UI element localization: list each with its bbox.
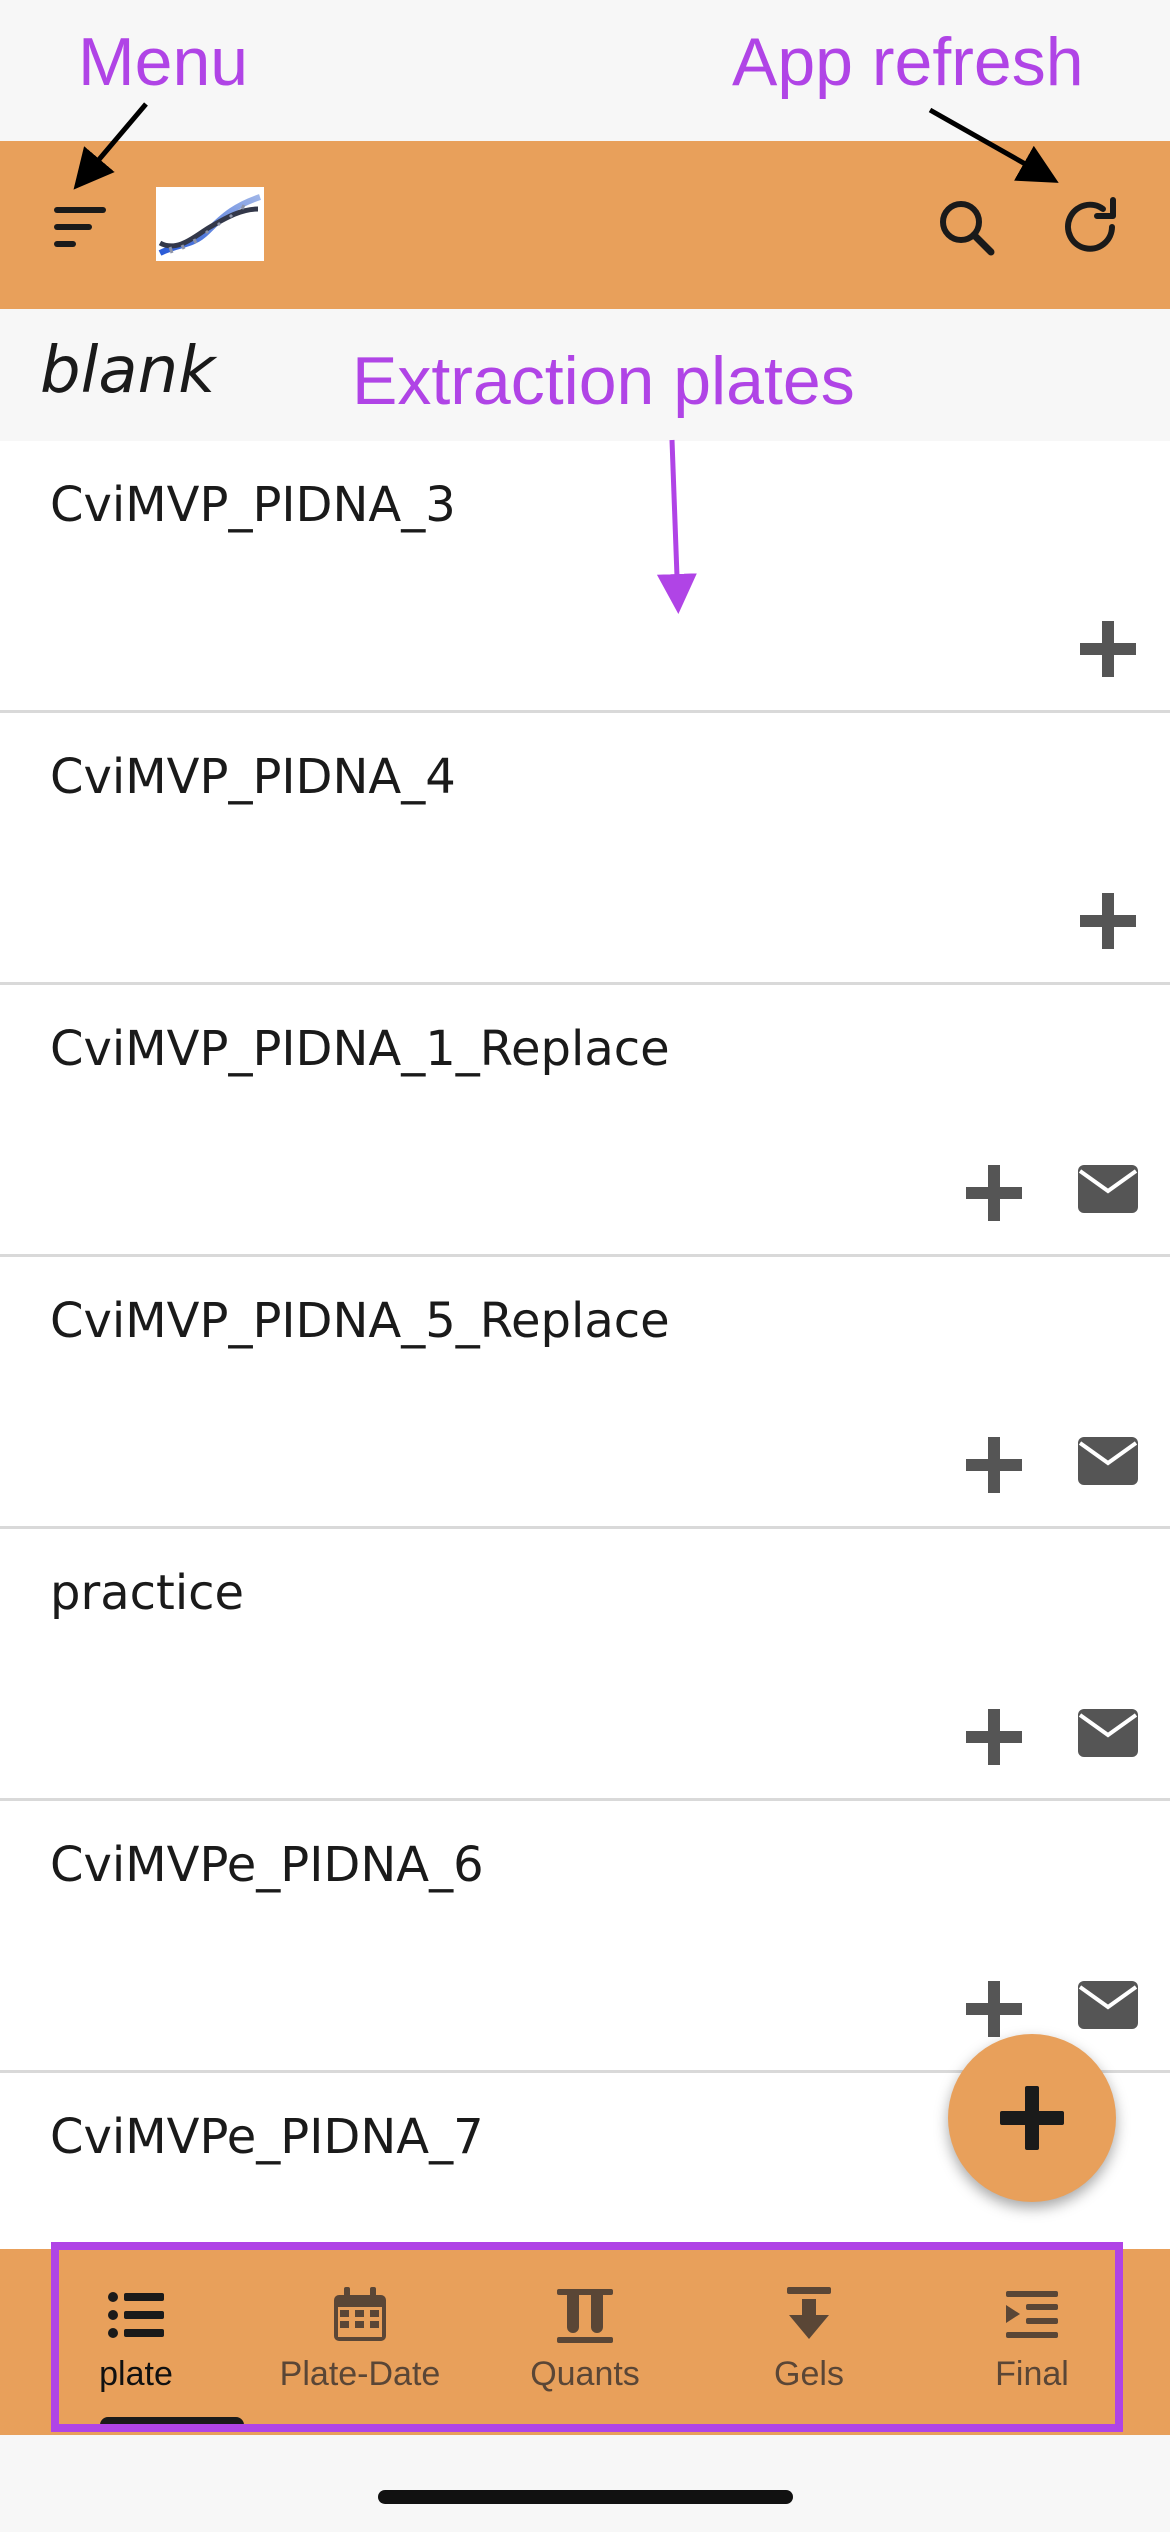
plate-row[interactable]: CviMVP_PIDNA_5_Replace xyxy=(0,1257,1170,1529)
menu-button[interactable] xyxy=(44,191,116,263)
nav-item-final[interactable]: Final xyxy=(932,2249,1132,2435)
refresh-button[interactable] xyxy=(1050,187,1130,267)
plate-name: practice xyxy=(50,1565,245,1621)
nav-label: plate xyxy=(99,2355,173,2393)
envelope-icon[interactable] xyxy=(1078,1437,1138,1485)
menu-icon xyxy=(54,207,106,247)
indent-icon xyxy=(1006,2291,1058,2338)
envelope-icon[interactable] xyxy=(1078,1165,1138,1213)
plus-icon xyxy=(1000,2086,1064,2150)
nav-label: Final xyxy=(995,2355,1069,2393)
nav-label: Quants xyxy=(530,2355,640,2393)
add-plate-fab[interactable] xyxy=(948,2034,1116,2202)
nav-item-plate[interactable]: plate xyxy=(36,2249,244,2435)
plate-name: CviMVP_PIDNA_1_Replace xyxy=(50,1021,670,1077)
nav-item-plate-date[interactable]: Plate-Date xyxy=(260,2249,460,2435)
group-title: blank xyxy=(40,334,216,408)
envelope-icon[interactable] xyxy=(1078,1709,1138,1757)
list-icon xyxy=(108,2292,164,2338)
plate-name: CviMVP_PIDNA_5_Replace xyxy=(50,1293,670,1349)
nav-label: Plate-Date xyxy=(279,2355,441,2393)
annotation-menu-label: Menu xyxy=(78,24,249,100)
plate-list: CviMVP_PIDNA_3 CviMVP_PIDNA_4 CviMVP_PID… xyxy=(0,441,1170,2249)
annotation-plates-label: Extraction plates xyxy=(352,343,855,419)
active-tab-indicator xyxy=(100,2417,244,2431)
plate-name: CviMVPe_PIDNA_6 xyxy=(50,1837,484,1893)
home-indicator xyxy=(378,2490,793,2504)
download-icon xyxy=(787,2287,831,2339)
plate-row[interactable]: CviMVP_PIDNA_3 xyxy=(0,441,1170,713)
plate-row[interactable]: CviMVP_PIDNA_1_Replace xyxy=(0,985,1170,1257)
add-icon[interactable] xyxy=(964,1163,1024,1223)
add-icon[interactable] xyxy=(964,1979,1024,2039)
plate-name: CviMVP_PIDNA_3 xyxy=(50,477,456,533)
add-icon[interactable] xyxy=(1078,619,1138,679)
plate-name: CviMVP_PIDNA_4 xyxy=(50,749,456,805)
refresh-icon xyxy=(1065,197,1116,252)
plate-row[interactable]: CviMVPe_PIDNA_6 xyxy=(0,1801,1170,2073)
add-icon[interactable] xyxy=(964,1707,1024,1767)
test-tubes-icon xyxy=(557,2289,613,2343)
add-icon[interactable] xyxy=(1078,891,1138,951)
add-icon[interactable] xyxy=(964,1435,1024,1495)
nav-item-gels[interactable]: Gels xyxy=(709,2249,909,2435)
plate-row[interactable]: practice xyxy=(0,1529,1170,1801)
envelope-icon[interactable] xyxy=(1078,1981,1138,2029)
app-bar xyxy=(0,141,1170,309)
nav-item-quants[interactable]: Quants xyxy=(485,2249,685,2435)
bottom-nav: plate Plate-Date Quants Gels Final xyxy=(0,2249,1170,2435)
search-button[interactable] xyxy=(928,189,1004,265)
calendar-icon xyxy=(334,2287,386,2341)
search-icon xyxy=(940,201,995,256)
annotation-refresh-label: App refresh xyxy=(732,24,1084,100)
dna-logo xyxy=(156,187,264,261)
plate-row[interactable]: CviMVP_PIDNA_4 xyxy=(0,713,1170,985)
plate-name: CviMVPe_PIDNA_7 xyxy=(50,2109,484,2165)
nav-label: Gels xyxy=(774,2355,844,2393)
